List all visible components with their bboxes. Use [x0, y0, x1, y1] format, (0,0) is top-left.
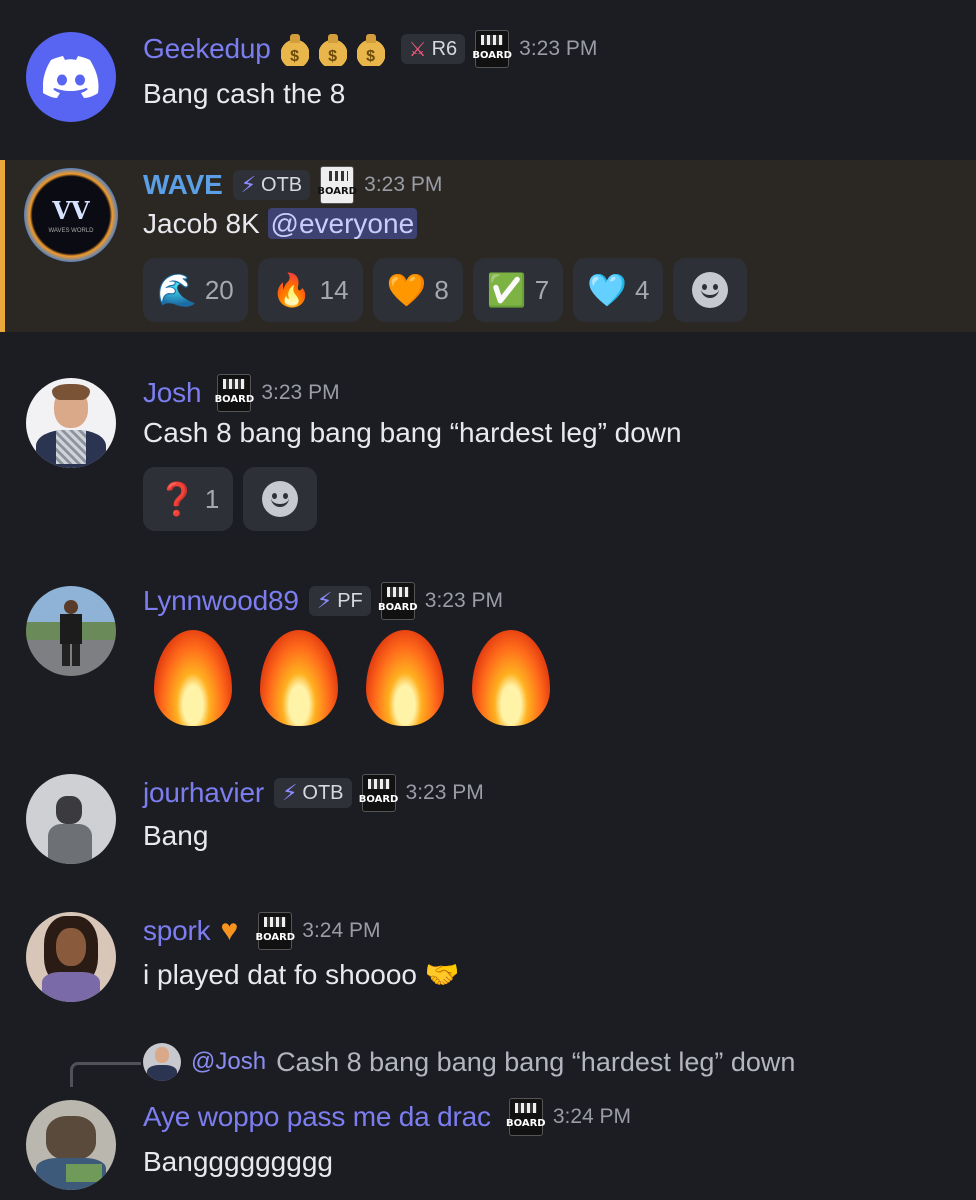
message-text: Banggggggggg	[143, 1146, 333, 1177]
timestamp: 3:23 PM	[261, 381, 340, 404]
wave-emoji-icon: 🌊	[157, 272, 197, 308]
wave-avatar[interactable]: VV WAVES WORLD	[24, 168, 118, 262]
username[interactable]: Aye woppo pass me da drac	[143, 1101, 491, 1133]
fire-emoji-icon	[150, 618, 236, 728]
reaction-count: 14	[319, 274, 349, 305]
wave-logo-icon: VV	[52, 196, 90, 225]
add-reaction-button[interactable]	[673, 258, 748, 322]
message-text-body: i played dat fo shoooo	[143, 959, 417, 990]
blue-heart-emoji-icon: 🩵	[587, 272, 627, 308]
message-aye-woppo: Aye woppo pass me da drac BOARD 3:24 PM …	[0, 1090, 976, 1200]
message-text: i played dat fo shoooo 🤝	[143, 958, 460, 991]
role-tag[interactable]: ⚡ PF	[308, 586, 371, 616]
role-tag[interactable]: ⚡ OTB	[232, 170, 311, 200]
timestamp: 3:24 PM	[552, 1105, 632, 1128]
timestamp: 3:23 PM	[519, 37, 598, 60]
orange-heart-emoji-icon: 🧡	[386, 272, 427, 308]
lightning-icon: ⚡	[281, 780, 298, 805]
reaction-count: 8	[434, 274, 449, 305]
message-text: Bang	[143, 820, 209, 851]
message-jourhavier: jourhavier ⚡ OTB BOARD 3:23 PM Bang	[0, 770, 976, 880]
check-mark-emoji-icon: ✅	[486, 272, 527, 308]
message-text: Bang cash the 8	[143, 78, 346, 109]
board-badge-icon[interactable]: BOARD	[359, 774, 398, 812]
username[interactable]: jourhavier	[143, 777, 264, 809]
fire-emoji-icon	[362, 618, 448, 728]
role-tag-label: OTB	[261, 173, 303, 196]
username[interactable]: WAVE	[143, 169, 223, 201]
username[interactable]: Lynnwood89	[143, 585, 299, 617]
board-badge-icon[interactable]: BOARD	[472, 30, 512, 68]
reaction-orange-heart[interactable]: 🧡 8	[372, 258, 463, 322]
reply-username[interactable]: @Josh	[191, 1048, 266, 1076]
discord-logo-icon	[43, 56, 99, 98]
message-lynnwood89: Lynnwood89 ⚡ PF BOARD 3:23 PM	[0, 578, 976, 738]
message-text: Cash 8 bang bang bang “hardest leg” down	[143, 417, 682, 448]
josh-mini-avatar	[143, 1043, 181, 1081]
smiley-icon	[692, 272, 729, 308]
lightning-icon: ⚡	[316, 588, 333, 613]
fire-emoji-icon	[256, 618, 342, 728]
role-tag-label: R6	[431, 37, 458, 60]
aye-woppo-avatar[interactable]	[26, 1100, 116, 1190]
role-tag[interactable]: ⚔ R6	[400, 34, 466, 64]
question-mark-emoji-icon: ❓	[157, 481, 197, 517]
reactions-bar: ❓ 1	[143, 467, 318, 531]
fire-emoji-icon	[468, 618, 554, 728]
lynnwood89-avatar[interactable]	[26, 586, 116, 676]
everyone-mention[interactable]: @everyone	[267, 208, 418, 239]
role-tag-label: OTB	[302, 781, 344, 804]
discord-avatar[interactable]	[26, 32, 116, 122]
board-badge-icon[interactable]: BOARD	[317, 166, 357, 204]
reply-text: Cash 8 bang bang bang “hardest leg” down	[276, 1046, 796, 1077]
josh-avatar[interactable]	[26, 378, 116, 468]
reply-connector	[70, 1062, 141, 1087]
lightning-icon: ⚡	[240, 172, 257, 197]
board-badge-icon[interactable]: BOARD	[378, 582, 418, 620]
message-josh: Josh BOARD 3:23 PM Cash 8 bang bang bang…	[0, 370, 976, 540]
role-tag[interactable]: ⚡ OTB	[273, 778, 352, 808]
reaction-fire[interactable]: 🔥 14	[257, 258, 363, 322]
jourhavier-avatar[interactable]	[26, 774, 116, 864]
board-badge-icon[interactable]: BOARD	[256, 912, 295, 950]
smiley-icon	[262, 481, 299, 517]
role-tag-label: PF	[337, 589, 363, 612]
reactions-bar: 🌊 20 🔥 14 🧡 8 ✅ 7 🩵 4	[143, 258, 748, 322]
timestamp: 3:24 PM	[302, 919, 381, 942]
reaction-check-mark[interactable]: ✅ 7	[472, 258, 564, 322]
timestamp: 3:23 PM	[405, 781, 484, 804]
username[interactable]: Geekedup	[143, 33, 271, 65]
fire-emoji-row	[150, 618, 574, 735]
username[interactable]: Josh	[143, 377, 202, 409]
money-bag-icon: $	[318, 32, 347, 66]
timestamp: 3:23 PM	[364, 173, 443, 196]
reaction-count: 4	[635, 274, 650, 305]
message-text: Jacob 8K @everyone	[143, 208, 418, 240]
board-badge-icon[interactable]: BOARD	[506, 1098, 546, 1136]
username[interactable]: spork	[143, 915, 211, 947]
reaction-blue-heart[interactable]: 🩵 4	[573, 258, 664, 322]
reaction-count: 1	[204, 483, 220, 514]
reaction-count: 7	[534, 274, 550, 305]
spork-avatar[interactable]	[26, 912, 116, 1002]
reaction-wave[interactable]: 🌊 20	[143, 258, 248, 322]
money-bag-icon: $	[356, 32, 385, 66]
reaction-count: 20	[204, 274, 234, 305]
reaction-question-mark[interactable]: ❓ 1	[143, 467, 234, 531]
message-text-prefix: Jacob 8K	[143, 208, 268, 239]
wave-avatar-text: WAVES WORLD	[48, 228, 94, 234]
timestamp: 3:23 PM	[424, 589, 503, 612]
orange-heart-icon: ♥	[220, 914, 239, 947]
reply-preview[interactable]: @Josh Cash 8 bang bang bang “hardest leg…	[143, 1043, 795, 1081]
message-geekedup: Geekedup $ $ $ ⚔ R6 BOARD 3:23 PM Bang c…	[0, 0, 976, 150]
sword-icon: ⚔	[408, 38, 427, 61]
money-bag-icon: $	[280, 32, 309, 66]
message-spork: spork ♥ BOARD 3:24 PM i played dat fo sh…	[0, 908, 976, 1018]
message-wave: VV WAVES WORLD WAVE ⚡ OTB BOARD 3:23 PM …	[0, 160, 976, 332]
board-badge-icon[interactable]: BOARD	[215, 374, 254, 412]
add-reaction-button[interactable]	[243, 467, 318, 531]
fire-emoji-icon: 🔥	[271, 272, 312, 308]
handshake-emoji-icon: 🤝	[424, 959, 460, 990]
